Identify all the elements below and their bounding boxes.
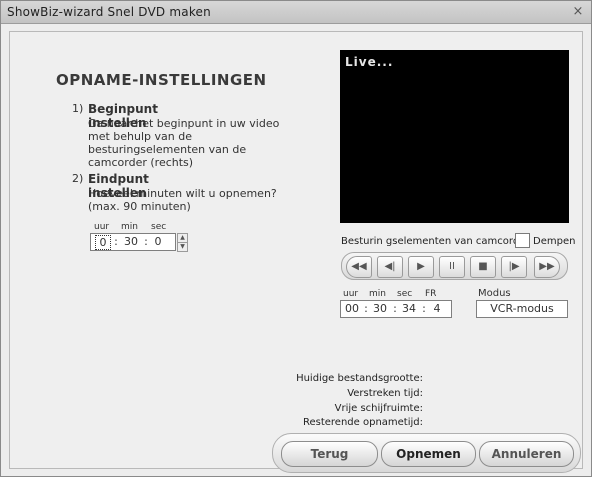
mode-display: VCR-modus xyxy=(476,300,568,318)
step-forward-button[interactable]: |▶ xyxy=(501,256,527,278)
rewind-button[interactable]: ◀◀ xyxy=(346,256,372,278)
close-icon[interactable]: × xyxy=(571,5,585,19)
time-separator: : xyxy=(393,302,397,315)
stop-button[interactable]: ■ xyxy=(470,256,496,278)
stop-icon: ■ xyxy=(478,261,488,272)
camcorder-controls-label: Besturin gselementen van camcorder xyxy=(341,236,530,247)
timecode-display: 00 : 30 : 34 : 4 xyxy=(340,300,452,318)
timecode-frames-label: FR xyxy=(425,289,437,299)
step-description: Hoeveel minuten wilt u opnemen? (max. 90… xyxy=(88,187,277,213)
step-back-button[interactable]: ◀| xyxy=(377,256,403,278)
timecode-hours: 00 xyxy=(345,302,359,315)
duration-input[interactable]: 0 : 30 : 0 xyxy=(90,233,176,251)
pause-icon: II xyxy=(449,261,455,272)
duration-hours-label: uur xyxy=(94,222,110,232)
transport-controls: ◀◀ ◀| ▶ II ■ |▶ ▶▶ xyxy=(341,252,568,280)
duration-minutes-label: min xyxy=(121,222,138,232)
section-heading: OPNAME-INSTELLINGEN xyxy=(56,71,267,89)
timecode-minutes: 30 xyxy=(373,302,387,315)
step-number: 2) xyxy=(72,172,84,185)
pause-button[interactable]: II xyxy=(439,256,465,278)
timecode-frames: 4 xyxy=(433,302,441,315)
free-space-label: Vrije schijfruimte: xyxy=(334,403,423,414)
timecode-seconds-label: sec xyxy=(397,289,413,299)
video-preview: Live... xyxy=(340,50,569,223)
mute-checkbox[interactable] xyxy=(515,233,530,248)
step-description: Ga naar het beginpunt in uw video met be… xyxy=(88,117,280,169)
current-size-label: Huidige bestandsgrootte: xyxy=(296,373,423,384)
time-separator: : xyxy=(144,235,148,248)
duration-minutes-field[interactable]: 30 xyxy=(121,234,141,250)
title-bar: ShowBiz-wizard Snel DVD maken × xyxy=(1,1,591,24)
step-forward-icon: |▶ xyxy=(508,261,520,272)
time-separator: : xyxy=(114,235,118,248)
elapsed-time-label: Verstreken tijd: xyxy=(347,388,423,399)
back-button[interactable]: Terug xyxy=(281,441,378,467)
mode-label: Modus xyxy=(478,288,511,299)
step-number: 1) xyxy=(72,102,84,115)
timecode-minutes-label: min xyxy=(369,289,386,299)
duration-seconds-label: sec xyxy=(151,222,167,232)
cancel-button[interactable]: Annuleren xyxy=(479,441,574,467)
play-button[interactable]: ▶ xyxy=(408,256,434,278)
step-back-icon: ◀| xyxy=(384,261,396,272)
record-button[interactable]: Opnemen xyxy=(381,441,476,467)
live-label: Live... xyxy=(345,55,394,69)
time-separator: : xyxy=(364,302,368,315)
time-separator: : xyxy=(422,302,426,315)
timecode-seconds: 34 xyxy=(402,302,416,315)
fast-forward-icon: ▶▶ xyxy=(539,261,555,272)
play-icon: ▶ xyxy=(417,261,425,272)
mode-value: VCR-modus xyxy=(490,302,554,315)
rewind-icon: ◀◀ xyxy=(351,261,367,272)
remaining-time-label: Resterende opnametijd: xyxy=(302,417,423,428)
mute-label: Dempen xyxy=(533,236,576,247)
duration-hours-field[interactable]: 0 xyxy=(95,235,111,250)
fast-forward-button[interactable]: ▶▶ xyxy=(534,256,560,278)
duration-seconds-field[interactable]: 0 xyxy=(151,234,165,250)
spin-down-icon[interactable]: ▼ xyxy=(177,242,188,252)
window-title: ShowBiz-wizard Snel DVD maken xyxy=(7,5,211,19)
timecode-hours-label: uur xyxy=(343,289,359,299)
